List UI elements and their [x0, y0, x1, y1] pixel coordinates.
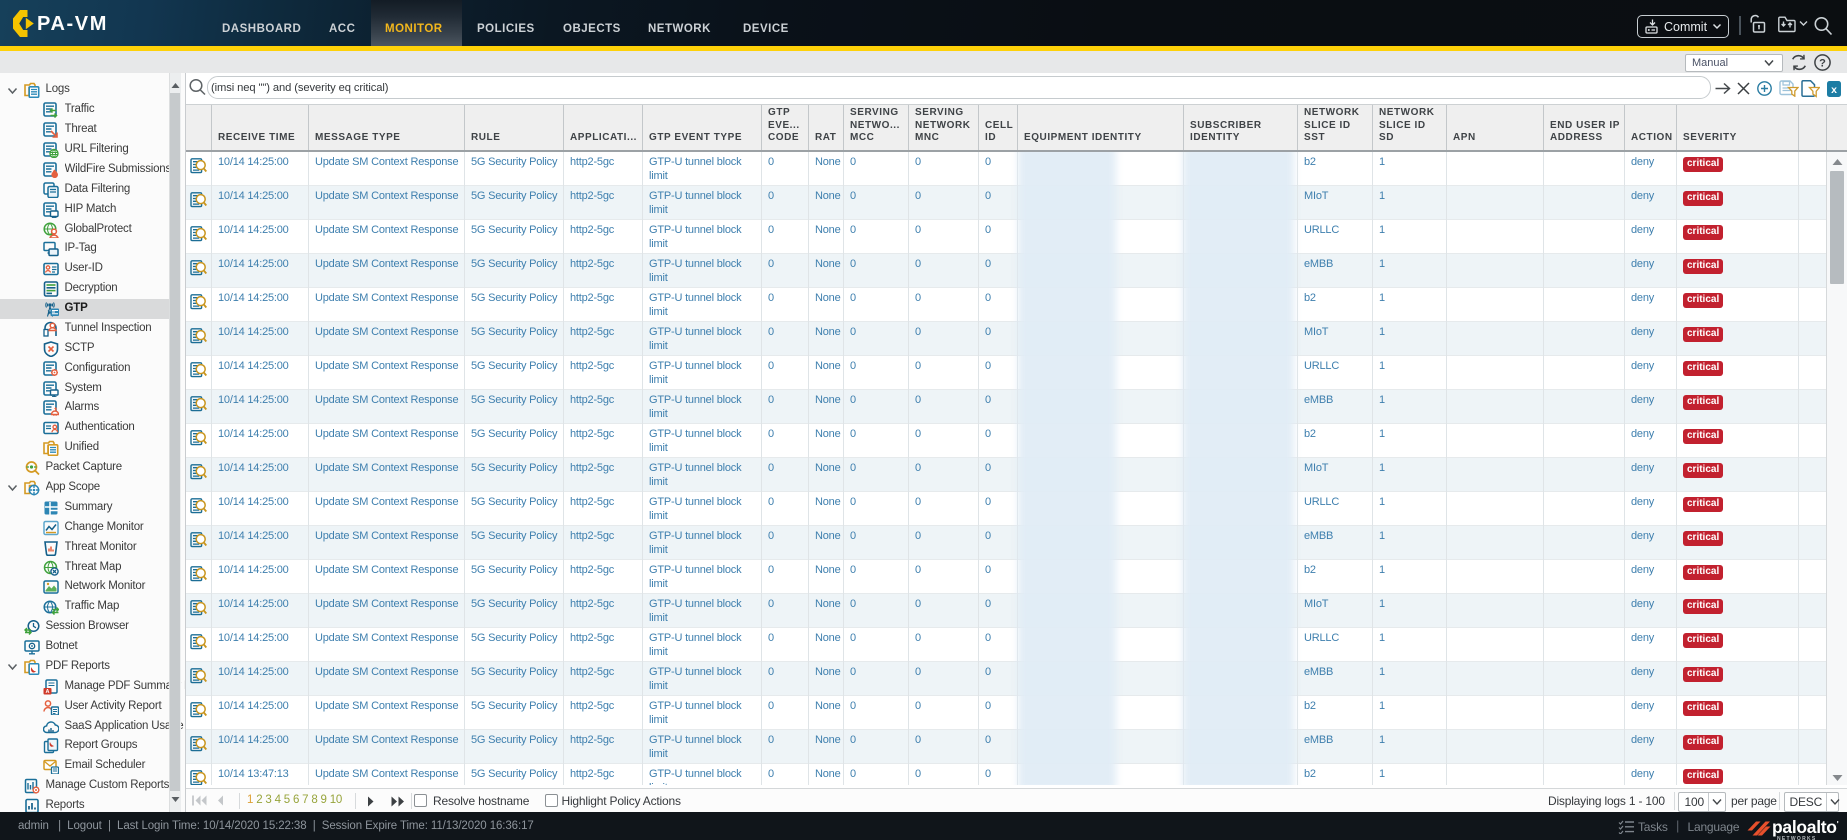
svg-text:A: A	[46, 689, 50, 695]
svg-text:?: ?	[1819, 57, 1826, 69]
svg-text:x: x	[1831, 84, 1837, 96]
